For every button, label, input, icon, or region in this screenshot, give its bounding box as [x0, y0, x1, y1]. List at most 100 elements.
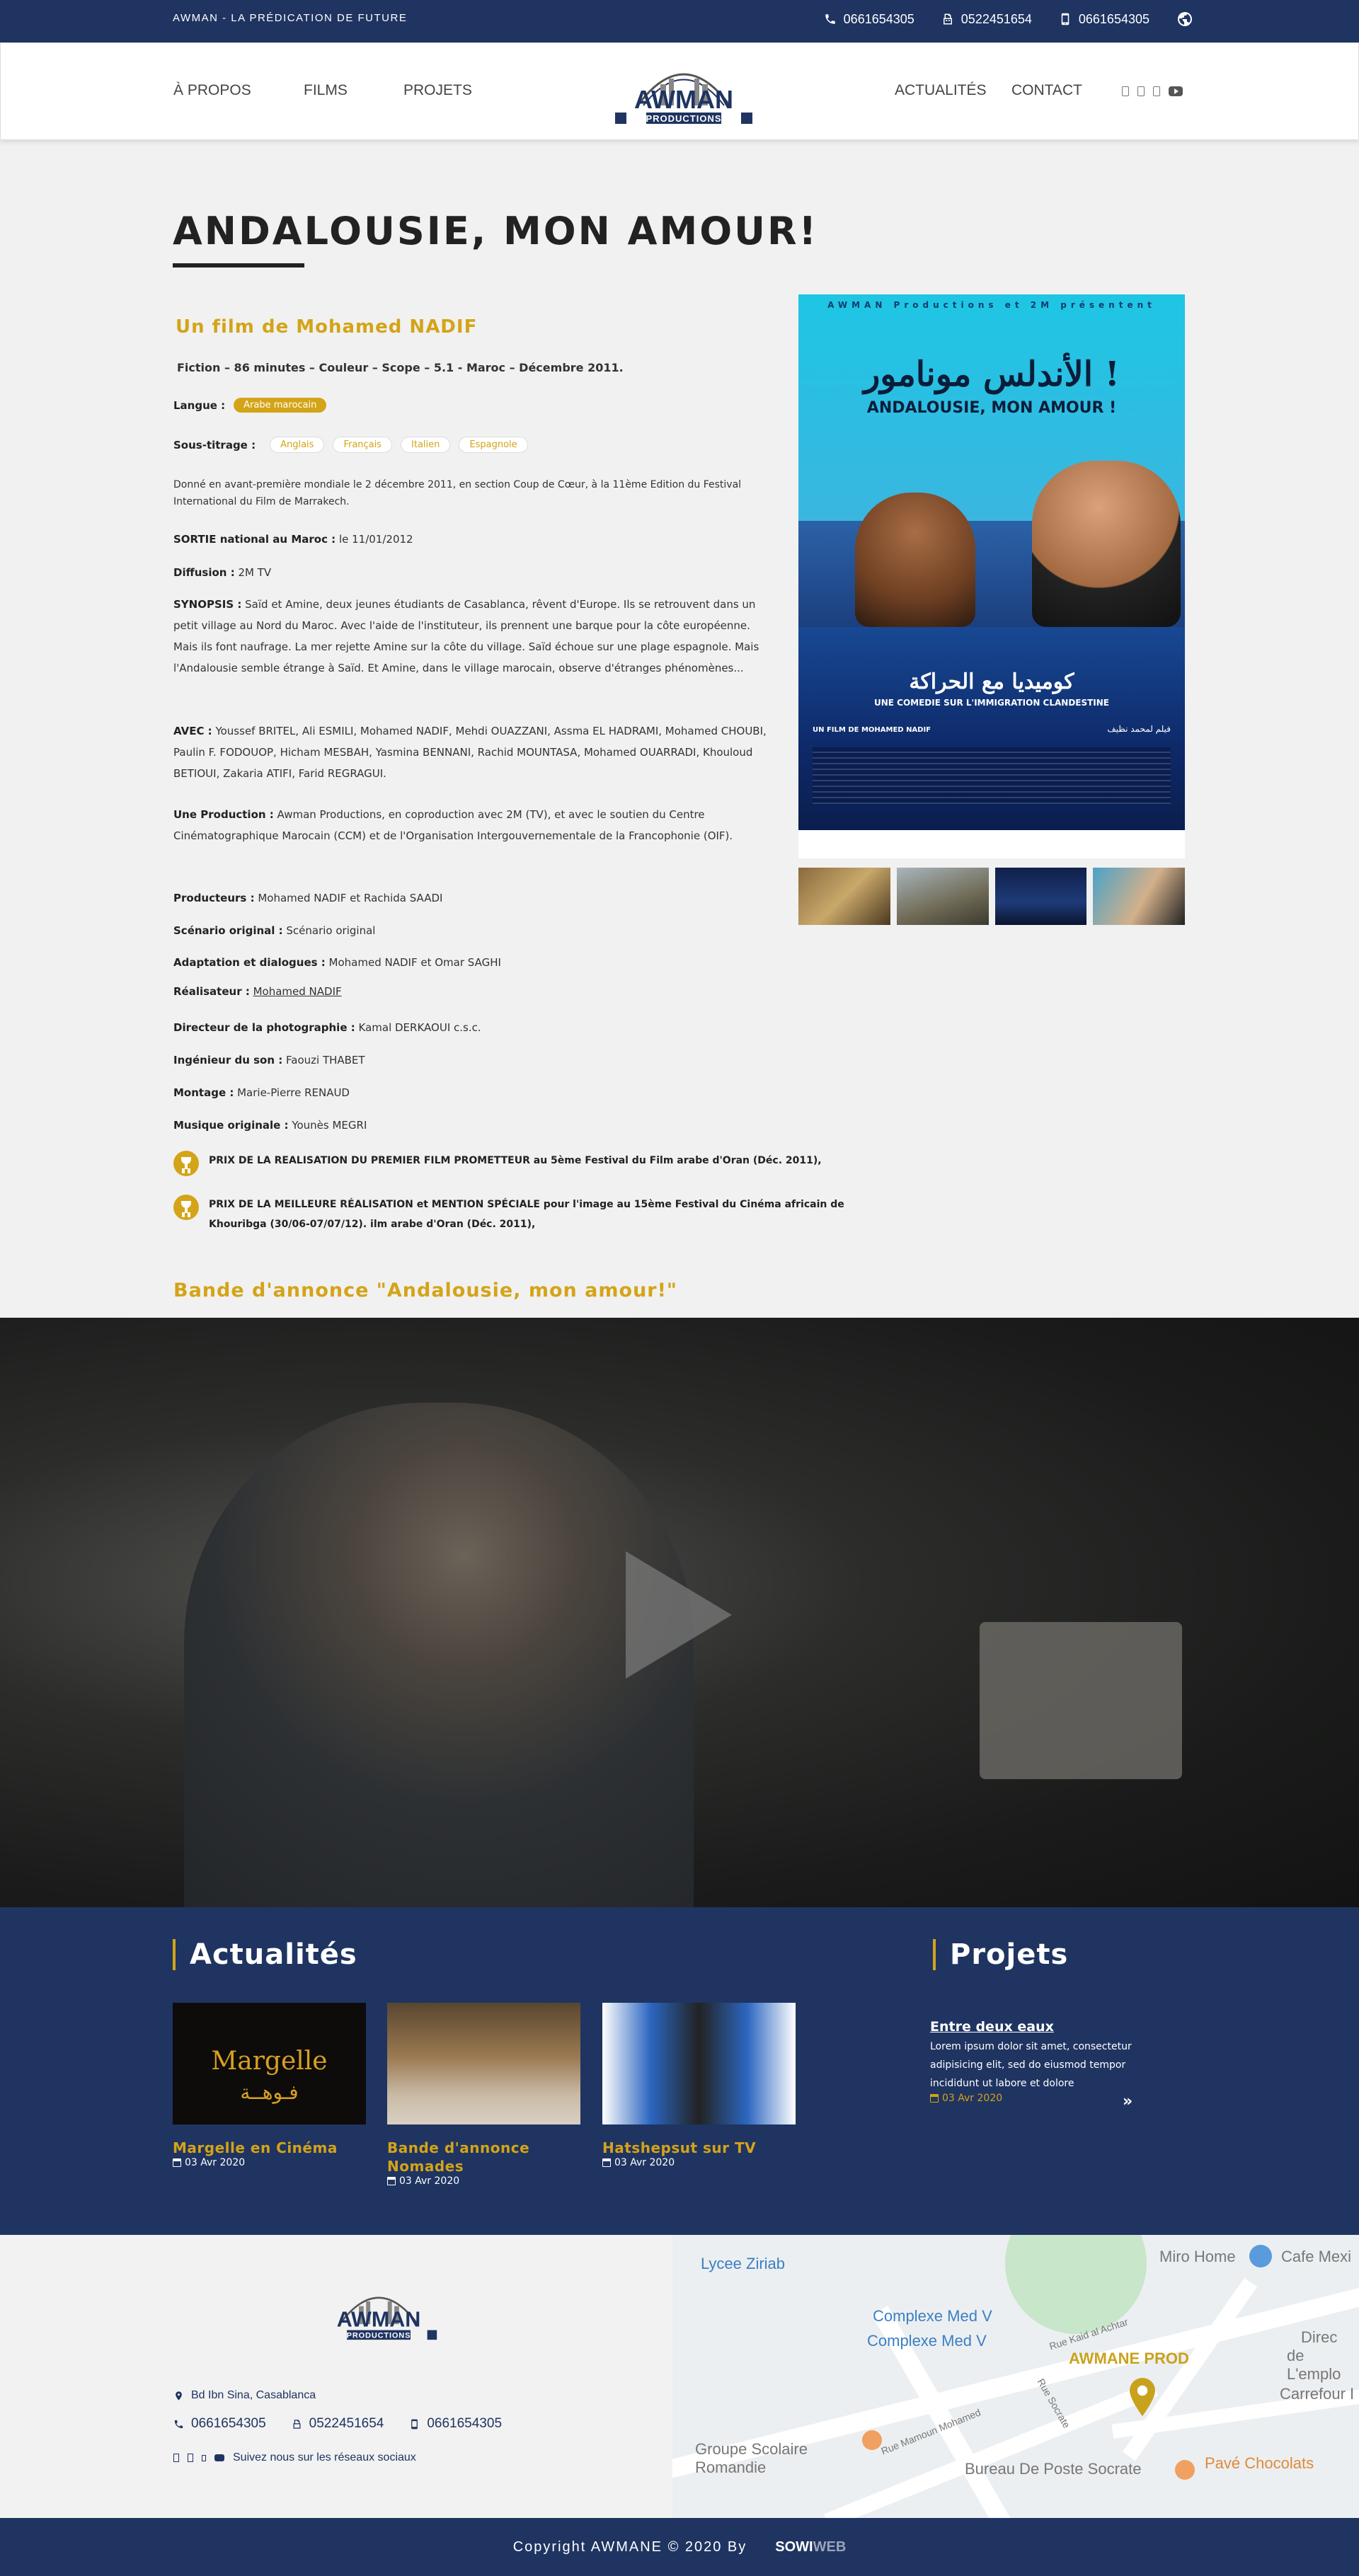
top-mobile[interactable]: 0661654305 — [1059, 12, 1149, 27]
realisateur-row: Réalisateur : Mohamed NADIF — [173, 985, 342, 998]
footer: AWMAN PRODUCTIONS Bd Ibn Sina, Casablanc… — [0, 2235, 1359, 2518]
trophy-icon — [173, 1195, 199, 1220]
video-frame-sign — [980, 1622, 1182, 1779]
map-label: Cafe Mexi — [1281, 2248, 1352, 2265]
film-director-subtitle: Un film de Mohamed NADIF — [176, 316, 478, 338]
facebook-icon[interactable] — [1122, 86, 1129, 96]
nav-actualites[interactable]: ACTUALITÉS — [895, 82, 987, 99]
tagline: AWMAN - LA PRÉDICATION DE FUTURE — [173, 12, 408, 24]
award-item: PRIX DE LA REALISATION DU PREMIER FILM P… — [173, 1151, 881, 1176]
news-card-title[interactable]: Margelle en Cinéma — [173, 2139, 366, 2157]
thumbnail[interactable] — [798, 868, 890, 925]
margelle-image-title-ar: فـوهــة — [240, 2081, 299, 2104]
news-section: Actualités Margelle فـوهــة Margelle en … — [0, 1907, 1359, 2235]
footer-contacts: 0661654305 0522451654 0661654305 — [173, 2416, 502, 2432]
film-poster[interactable]: AWMAN Productions et 2M présentent الأند… — [798, 294, 1185, 858]
map-pin-icon — [176, 2391, 182, 2400]
globe-icon — [1178, 12, 1192, 26]
thumbnail[interactable] — [1093, 868, 1185, 925]
subtitle-tag: Anglais — [270, 437, 325, 453]
production-row: Une Production : Awman Productions, en c… — [173, 808, 733, 842]
poster-title: ANDALOUSIE, MON AMOUR ! — [866, 399, 1117, 417]
news-card-date: 03 Avr 2020 — [173, 2157, 366, 2168]
subtitle-tag: Italien — [401, 437, 451, 453]
map-label: Complexe Med V — [873, 2307, 992, 2325]
thumbnail[interactable] — [896, 868, 989, 925]
news-card[interactable]: Margelle فـوهــة Margelle en Cinéma 03 A… — [173, 2003, 366, 2168]
footer-mobile[interactable]: 0661654305 — [409, 2416, 502, 2432]
sowiweb-logo[interactable]: SOWIWEB — [775, 2539, 846, 2555]
poster-director-credit: UN FILM DE MOHAMED NADIF — [813, 726, 931, 734]
phone-icon — [174, 2420, 183, 2428]
subtitle-tag: Français — [333, 437, 393, 453]
realisateur-link[interactable]: Mohamed NADIF — [253, 985, 342, 998]
language-switch[interactable] — [1176, 11, 1193, 28]
map-label: Groupe Scolaire — [695, 2440, 808, 2458]
title-underline — [173, 263, 304, 268]
double-chevron-right-icon[interactable]: » — [1123, 2093, 1132, 2110]
footer-phone[interactable]: 0661654305 — [173, 2416, 266, 2432]
twitter-icon[interactable] — [188, 2454, 193, 2462]
nav-projets[interactable]: PROJETS — [403, 82, 472, 99]
top-mobile-number: 0661654305 — [1078, 11, 1149, 26]
calendar-icon — [387, 2177, 396, 2185]
svg-text:AWMAN: AWMAN — [634, 85, 733, 114]
svg-text:PRODUCTIONS: PRODUCTIONS — [347, 2332, 411, 2340]
main-nav: À PROPOS FILMS PROJETS AWMAN PRODUCTIONS… — [0, 42, 1359, 140]
nav-contact[interactable]: CONTACT — [1011, 82, 1082, 99]
awman-logo[interactable]: AWMAN PRODUCTIONS — [611, 50, 757, 134]
trophy-icon — [173, 1151, 199, 1176]
langue-tag: Arabe marocain — [234, 398, 327, 413]
film-title: ANDALOUSIE, MON AMOUR! — [173, 209, 819, 253]
award-text: PRIX DE LA REALISATION DU PREMIER FILM P… — [209, 1155, 822, 1166]
play-icon[interactable] — [626, 1551, 732, 1679]
adaptation-row: Adaptation et dialogues : Mohamed NADIF … — [173, 956, 501, 969]
map-label: Lycee Ziriab — [701, 2255, 786, 2272]
twitter-icon[interactable] — [1137, 86, 1145, 96]
instagram-icon[interactable] — [202, 2454, 206, 2461]
location-map[interactable]: Lycee Ziriab Complexe Med V Complexe Med… — [672, 2235, 1359, 2518]
map-pin-icon[interactable] — [1127, 2378, 1158, 2416]
news-card[interactable]: Bande d'annonce Nomades 03 Avr 2020 — [387, 2003, 580, 2187]
youtube-icon[interactable] — [214, 2454, 224, 2461]
margelle-image-title: Margelle — [211, 2047, 328, 2076]
producteurs-row: Producteurs : Mohamed NADIF et Rachida S… — [173, 892, 443, 904]
map-label: Direc — [1301, 2328, 1338, 2346]
thumbnail[interactable] — [994, 868, 1087, 925]
nav-apropos[interactable]: À PROPOS — [173, 82, 251, 99]
top-phone[interactable]: 0661654305 — [824, 12, 914, 27]
fax-icon — [293, 2419, 301, 2429]
footer-address: Bd Ibn Sina, Casablanca — [173, 2389, 316, 2402]
top-bar: AWMAN - LA PRÉDICATION DE FUTURE 0661654… — [0, 0, 1359, 42]
calendar-icon — [173, 2158, 181, 2167]
avec-row: AVEC : Youssef BRITEL, Ali ESMILI, Moham… — [173, 725, 767, 780]
news-card-title[interactable]: Hatshepsut sur TV — [602, 2139, 796, 2157]
footer-fax[interactable]: 0522451654 — [292, 2416, 384, 2432]
top-fax-number: 0522451654 — [961, 11, 1032, 26]
news-card-title[interactable]: Bande d'annonce Nomades — [387, 2139, 580, 2175]
nav-films[interactable]: FILMS — [304, 82, 348, 99]
facebook-icon[interactable] — [173, 2454, 179, 2462]
video-frame-figure — [184, 1403, 694, 1907]
fax-icon — [943, 13, 952, 25]
project-title[interactable]: Entre deux eaux — [930, 2019, 1149, 2035]
footer-logo[interactable]: AWMAN PRODUCTIONS — [316, 2277, 441, 2348]
map-label: Romandie — [695, 2459, 767, 2476]
photo-row: Directeur de la photographie : Kamal DER… — [173, 1021, 481, 1034]
youtube-icon[interactable] — [1169, 86, 1183, 96]
premiere-text: Donné en avant-première mondiale le 2 dé… — [173, 479, 742, 507]
news-card-image — [387, 2003, 580, 2124]
trailer-video[interactable] — [0, 1318, 1359, 1907]
map-label: Bureau De Poste Socrate — [965, 2460, 1142, 2478]
top-fax[interactable]: 0522451654 — [941, 12, 1032, 27]
project-excerpt: Lorem ipsum dolor sit amet, consectetur … — [930, 2041, 1132, 2089]
news-card-image: Margelle فـوهــة — [173, 2003, 366, 2124]
projects-heading: Projets — [933, 1939, 1068, 1970]
poster-subtitle: UNE COMEDIE SUR L'IMMIGRATION CLANDESTIN… — [873, 698, 1110, 708]
scenario-row: Scénario original : Scénario original — [173, 924, 376, 937]
instagram-icon[interactable] — [1153, 86, 1160, 96]
project-item[interactable]: Entre deux eaux Lorem ipsum dolor sit am… — [930, 2019, 1149, 2104]
news-card[interactable]: Hatshepsut sur TV 03 Avr 2020 — [602, 2003, 796, 2168]
poster-top-credit: AWMAN Productions et 2M présentent — [827, 300, 1156, 310]
top-contacts: 0661654305 0522451654 0661654305 — [824, 11, 1193, 28]
